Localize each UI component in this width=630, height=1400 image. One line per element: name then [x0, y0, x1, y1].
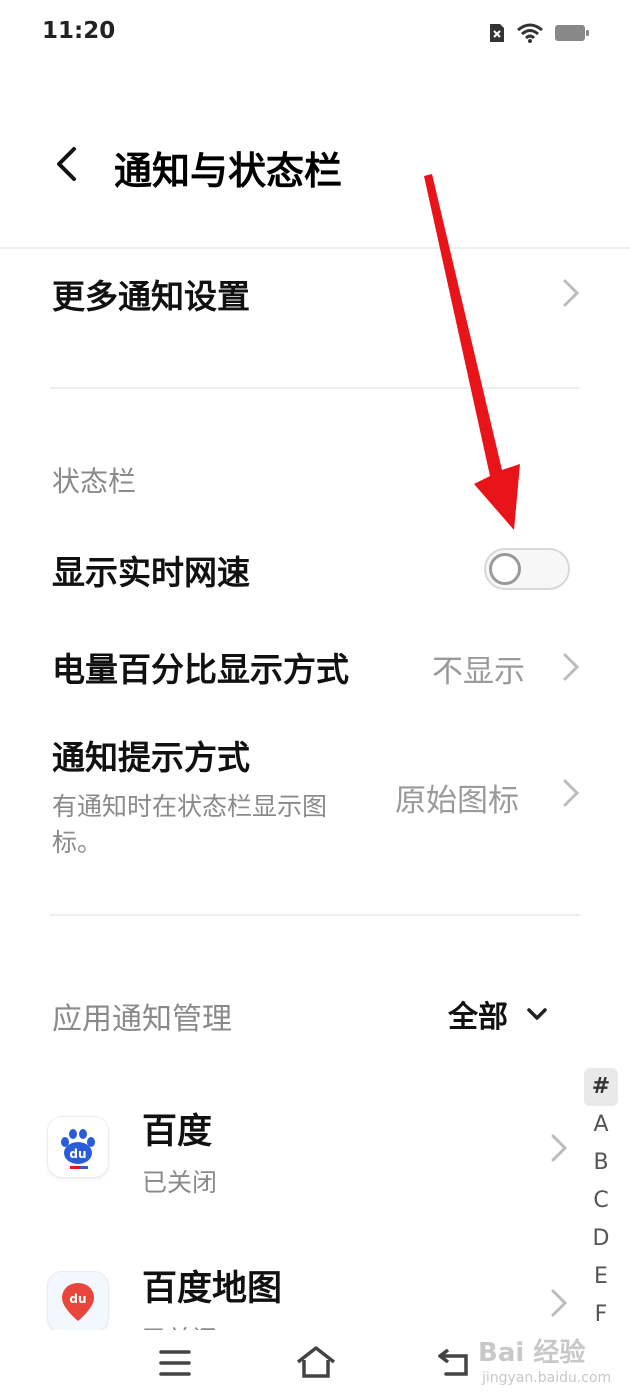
page-title: 通知与状态栏 — [114, 149, 343, 193]
index-d[interactable]: D — [584, 1220, 618, 1258]
svg-text:du: du — [69, 1292, 86, 1306]
annotation-arrow — [424, 174, 520, 530]
section-status-bar: 状态栏 — [52, 465, 137, 498]
row-label: 更多通知设置 — [52, 277, 250, 316]
network-speed-toggle[interactable] — [484, 548, 570, 590]
battery-icon — [555, 25, 589, 41]
chevron-right-icon — [563, 779, 580, 807]
divider — [50, 914, 580, 916]
status-icons — [488, 22, 590, 44]
notification-style-row[interactable]: 通知提示方式 有通知时在状态栏显示图 标。 原始图标 — [0, 725, 630, 860]
back-button[interactable] — [44, 140, 88, 188]
index-c[interactable]: C — [584, 1182, 618, 1220]
home-icon[interactable] — [294, 1344, 338, 1380]
index-f[interactable]: F — [584, 1296, 618, 1334]
menu-icon[interactable] — [158, 1348, 192, 1378]
list-item[interactable]: du 百度地图 已关闭 — [0, 1250, 580, 1330]
toggle-knob — [489, 553, 521, 585]
svg-text:du: du — [69, 1147, 86, 1161]
baidu-paw-icon: du — [48, 1117, 108, 1177]
filter-value: 全部 — [448, 1000, 508, 1035]
app-name: 百度地图 — [142, 1269, 283, 1309]
back-nav-icon[interactable] — [436, 1346, 474, 1378]
baidu-map-pin-icon: du — [48, 1272, 108, 1330]
index-a[interactable]: A — [584, 1106, 618, 1144]
row-value: 不显示 — [432, 654, 525, 690]
chevron-right-icon — [563, 279, 580, 307]
index-b[interactable]: B — [584, 1144, 618, 1182]
battery-percentage-row[interactable]: 电量百分比显示方式 不显示 — [0, 635, 630, 697]
alphabet-index[interactable]: # A B C D E F — [584, 1068, 618, 1334]
row-label: 显示实时网速 — [52, 553, 250, 592]
watermark: Bai 经验 — [478, 1338, 586, 1368]
no-sim-icon — [490, 24, 504, 42]
filter-dropdown[interactable]: 全部 — [448, 992, 548, 1036]
chevron-right-icon — [563, 653, 580, 681]
watermark-url: jingyan.baidu.com — [482, 1370, 612, 1386]
section-app-notifications: 应用通知管理 — [52, 1002, 232, 1037]
wifi-icon — [517, 23, 543, 43]
app-status: 已关闭 — [142, 1168, 218, 1197]
row-label: 通知提示方式 — [52, 738, 250, 777]
row-value: 原始图标 — [395, 783, 519, 819]
status-time: 11:20 — [42, 18, 116, 44]
chevron-right-icon — [551, 1289, 568, 1317]
index-hash[interactable]: # — [584, 1068, 618, 1106]
row-description: 有通知时在状态栏显示图 标。 — [52, 792, 328, 857]
index-e[interactable]: E — [584, 1258, 618, 1296]
chevron-right-icon — [551, 1134, 568, 1162]
row-label: 电量百分比显示方式 — [52, 650, 349, 689]
app-status: 已关闭 — [142, 1320, 217, 1330]
chevron-left-icon — [57, 147, 76, 181]
app-name: 百度 — [142, 1112, 213, 1152]
list-item[interactable]: du 百度 已关闭 — [0, 1095, 580, 1205]
chevron-down-icon — [527, 1008, 547, 1020]
